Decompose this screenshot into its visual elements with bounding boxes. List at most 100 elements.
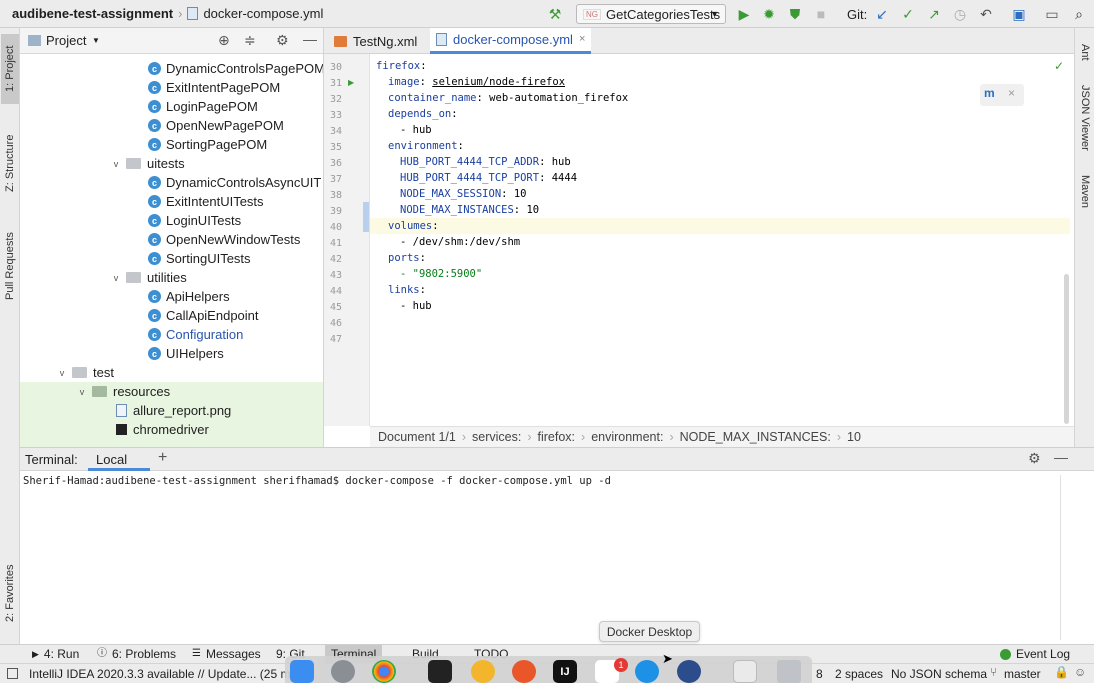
app-icon[interactable] xyxy=(471,660,495,683)
tab-testng-xml[interactable]: TestNg.xml xyxy=(328,28,423,54)
gear-icon[interactable]: ⚙ xyxy=(1028,451,1041,465)
postman-app-icon[interactable] xyxy=(512,660,536,683)
minimize-icon[interactable]: — xyxy=(303,32,317,46)
favorites-tool-tab[interactable]: 2: Favorites xyxy=(1,548,19,638)
search-icon[interactable]: ⌕ xyxy=(1070,5,1088,23)
breadcrumb-document[interactable]: Document 1/1 xyxy=(378,430,456,444)
json-schema-selector[interactable]: No JSON schema xyxy=(891,667,987,681)
docker-desktop-app-icon[interactable] xyxy=(635,660,659,683)
git-commit-check-icon[interactable]: ✓ xyxy=(899,5,917,23)
problems-tool-button[interactable]: ⓘ 6: Problems xyxy=(97,647,176,661)
git-push-icon[interactable]: ↗ xyxy=(925,5,943,23)
tree-item-allure-report-png[interactable]: allure_report.png xyxy=(116,401,231,420)
stop-icon[interactable]: ■ xyxy=(812,5,830,23)
nav-project-name[interactable]: audibene-test-assignment xyxy=(12,6,173,21)
terminal-output[interactable]: Sherif-Hamad:audibene-test-assignment sh… xyxy=(20,471,1094,644)
git-update-icon[interactable]: ↙ xyxy=(873,5,891,23)
run-configuration-select[interactable]: NG GetCategoriesTests ▼ xyxy=(576,4,726,24)
close-icon[interactable]: × xyxy=(1008,87,1015,99)
tree-item-resources[interactable]: v resources xyxy=(76,382,170,401)
close-icon[interactable]: × xyxy=(579,34,585,45)
git-branch[interactable]: master xyxy=(1004,667,1041,681)
breadcrumb-firefox[interactable]: firefox: xyxy=(538,430,576,444)
tree-item-dynamiccontrolspagepom[interactable]: c DynamicControlsPagePOM xyxy=(148,59,323,78)
tree-item-sortinguitests[interactable]: c SortingUITests xyxy=(148,249,251,268)
presentation-icon[interactable]: ▭ xyxy=(1043,5,1061,23)
vertical-scrollbar[interactable] xyxy=(1064,274,1069,424)
history-clock-icon[interactable]: ◷ xyxy=(951,5,969,23)
terminal-tab-local[interactable]: Local xyxy=(96,452,127,467)
tab-docker-compose-yml[interactable]: docker-compose.yml × xyxy=(430,28,592,54)
tree-item-uihelpers[interactable]: c UIHelpers xyxy=(148,344,224,363)
tree-item-exitintentuitests[interactable]: c ExitIntentUITests xyxy=(148,192,264,211)
update-notification[interactable]: IntelliJ IDEA 2020.3.3 available // Upda… xyxy=(29,667,290,681)
event-log-button[interactable]: Event Log xyxy=(1000,647,1070,661)
run-icon[interactable]: ▶ xyxy=(735,5,753,23)
tree-item-callapiendpoint[interactable]: c CallApiEndpoint xyxy=(148,306,259,325)
tree-item-configuration[interactable]: c Configuration xyxy=(148,325,243,344)
run-tool-button[interactable]: ▶ 4: Run xyxy=(32,647,79,661)
trash-icon[interactable] xyxy=(777,660,801,683)
hammer-build-icon[interactable]: ⚒ xyxy=(546,5,564,23)
current-line-highlight xyxy=(370,218,1070,234)
breadcrumb-environment[interactable]: environment: xyxy=(591,430,663,444)
image-file-icon xyxy=(116,404,127,417)
locate-target-icon[interactable]: ⊕ xyxy=(218,33,230,47)
terminal-scrollbar[interactable] xyxy=(1060,475,1061,640)
pull-requests-tool-tab[interactable]: Pull Requests xyxy=(1,216,19,316)
gear-icon[interactable]: ⚙ xyxy=(276,33,289,47)
cursor-position[interactable]: 8 xyxy=(816,667,823,681)
expand-arrow-icon[interactable]: v xyxy=(56,368,68,378)
tree-item-utilities[interactable]: v utilities xyxy=(110,268,187,287)
preview-window-icon[interactable] xyxy=(733,660,757,683)
app-icon[interactable] xyxy=(677,660,701,683)
tree-item-sortingpagepom[interactable]: c SortingPagePOM xyxy=(148,135,267,154)
maven-tool-tab[interactable]: Maven xyxy=(1076,166,1094,218)
code-editor[interactable]: firefox: image: selenium/node-firefox co… xyxy=(370,54,1070,426)
tree-item-dynamiccontrolsasyncuit[interactable]: c DynamicControlsAsyncUIT xyxy=(148,173,321,192)
project-view-selector[interactable]: Project xyxy=(46,33,86,48)
tree-item-loginuitests[interactable]: c LoginUITests xyxy=(148,211,241,230)
run-gutter-icon[interactable]: ▶ xyxy=(348,79,354,87)
project-structure-icon[interactable]: ▣ xyxy=(1010,5,1028,23)
no-problems-check-icon[interactable]: ✓ xyxy=(1054,60,1064,72)
tree-item-chromedriver[interactable]: chromedriver xyxy=(116,420,209,439)
memory-indicator-icon[interactable]: ☺ xyxy=(1074,666,1086,678)
json-viewer-tool-tab[interactable]: JSON Viewer xyxy=(1076,84,1094,152)
structure-tool-tab[interactable]: Z: Structure xyxy=(1,118,19,208)
tree-item-opennewwindowtests[interactable]: c OpenNewWindowTests xyxy=(148,230,300,249)
breadcrumb-node-max-instances[interactable]: NODE_MAX_INSTANCES: xyxy=(680,430,831,444)
breadcrumb-services[interactable]: services: xyxy=(472,430,521,444)
maven-reload-icon[interactable]: m xyxy=(984,87,995,99)
square-icon[interactable] xyxy=(7,668,18,679)
breadcrumb-value[interactable]: 10 xyxy=(847,430,861,444)
nav-file-name[interactable]: docker-compose.yml xyxy=(203,6,323,21)
project-tool-tab[interactable]: 1: Project xyxy=(1,34,19,104)
indent-setting[interactable]: 2 spaces xyxy=(835,667,883,681)
intellij-app-icon[interactable]: IJ xyxy=(553,660,577,683)
debug-bug-icon[interactable]: ✹ xyxy=(760,5,778,23)
lock-icon[interactable]: 🔒 xyxy=(1054,666,1069,678)
ant-tool-tab[interactable]: Ant xyxy=(1076,32,1094,72)
tree-item-test[interactable]: v test xyxy=(56,363,114,382)
tree-item-opennewpagepom[interactable]: c OpenNewPagePOM xyxy=(148,116,284,135)
messages-tool-button[interactable]: ☰ Messages xyxy=(192,647,261,661)
expand-arrow-icon[interactable]: v xyxy=(76,387,88,397)
tree-item-uitests[interactable]: v uitests xyxy=(110,154,185,173)
expand-arrow-icon[interactable]: v xyxy=(110,273,122,283)
finder-app-icon[interactable] xyxy=(290,660,314,683)
launchpad-app-icon[interactable] xyxy=(331,660,355,683)
minimize-icon[interactable]: — xyxy=(1054,450,1068,464)
rollback-icon[interactable]: ↶ xyxy=(977,5,995,23)
tree-item-apihelpers[interactable]: c ApiHelpers xyxy=(148,287,230,306)
chevron-down-icon[interactable]: ▼ xyxy=(92,37,100,45)
coverage-icon[interactable]: ⛊ xyxy=(786,5,804,23)
code-line-32: image: selenium/node-firefox xyxy=(388,76,566,88)
tree-item-loginpagepom[interactable]: c LoginPagePOM xyxy=(148,97,258,116)
tree-item-exitintentpagepom[interactable]: c ExitIntentPagePOM xyxy=(148,78,280,97)
expand-arrow-icon[interactable]: v xyxy=(110,159,122,169)
chrome-app-icon[interactable] xyxy=(372,660,396,683)
collapse-all-icon[interactable]: ≑ xyxy=(244,33,256,47)
plus-icon[interactable]: + xyxy=(158,450,167,466)
terminal-app-icon[interactable] xyxy=(428,660,452,683)
